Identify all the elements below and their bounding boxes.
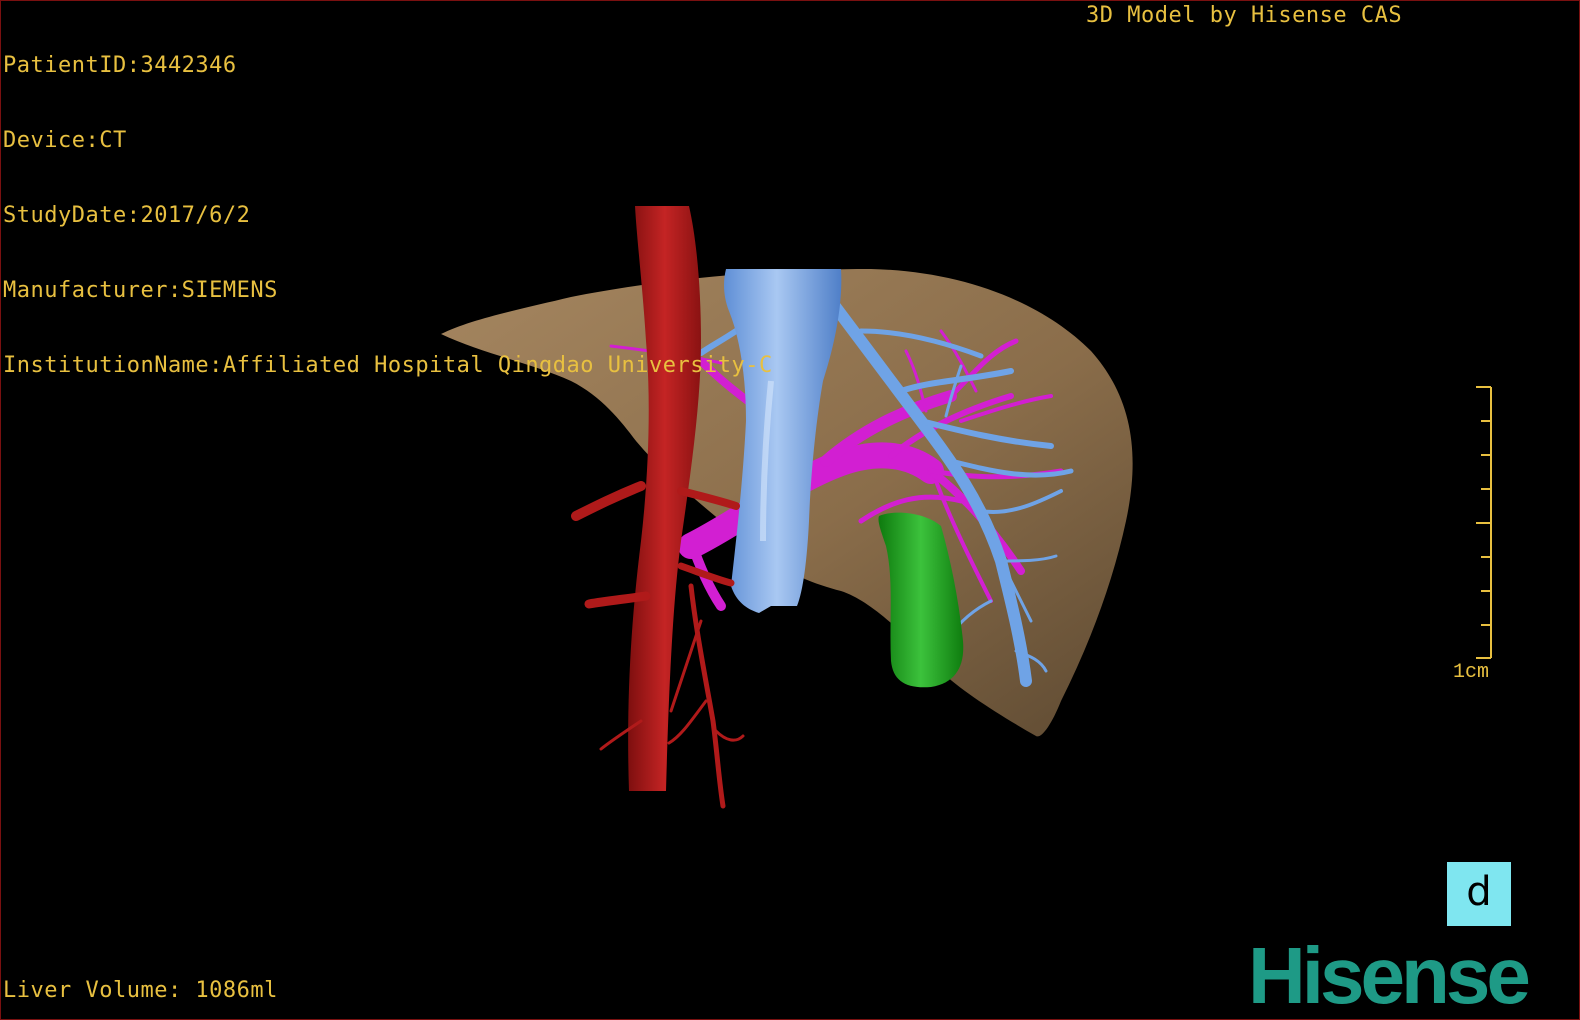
dicom-info-overlay: PatientID:3442346 Device:CT StudyDate:20… bbox=[3, 3, 773, 428]
device: Device:CT bbox=[3, 128, 127, 153]
scale-bar bbox=[1476, 386, 1492, 659]
hisense-logo: Hisense bbox=[1248, 931, 1531, 1020]
model-credit: 3D Model by Hisense CAS bbox=[1086, 3, 1403, 28]
institution-name: InstitutionName:Affiliated Hospital Qing… bbox=[3, 353, 773, 378]
liver-volume: Liver Volume: 1086ml bbox=[3, 978, 278, 1003]
manufacturer: Manufacturer:SIEMENS bbox=[3, 278, 278, 303]
orientation-cube[interactable]: d bbox=[1447, 862, 1511, 926]
study-date: StudyDate:2017/6/2 bbox=[3, 203, 251, 228]
patient-id: PatientID:3442346 bbox=[3, 53, 237, 78]
scale-label: 1cm bbox=[1453, 661, 1490, 684]
3d-viewport[interactable]: PatientID:3442346 Device:CT StudyDate:20… bbox=[0, 0, 1580, 1020]
